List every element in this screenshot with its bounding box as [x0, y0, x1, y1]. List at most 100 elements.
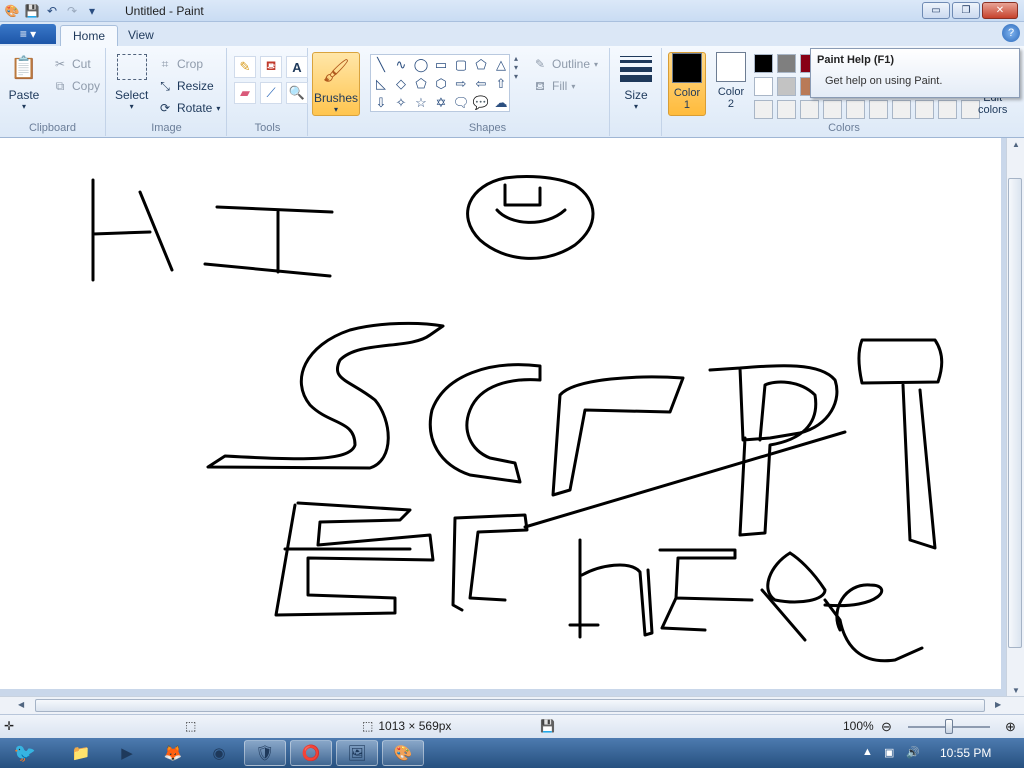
- up-arrow-shape-icon[interactable]: ⇧: [491, 74, 511, 93]
- network-icon[interactable]: ▣: [884, 746, 894, 759]
- resize-button[interactable]: ⤡ Resize: [157, 78, 214, 94]
- fill-button[interactable]: ⛾ Fill ▾: [532, 78, 575, 94]
- palette-swatch[interactable]: [754, 100, 773, 119]
- tab-view[interactable]: View: [116, 25, 166, 46]
- save-icon[interactable]: 💾: [24, 3, 40, 19]
- undo-icon[interactable]: ↶: [44, 3, 60, 19]
- paint-app-icon[interactable]: 🎨: [4, 3, 20, 19]
- explorer-taskbar-icon[interactable]: 📁: [60, 740, 102, 766]
- zoom-slider-thumb[interactable]: [945, 719, 953, 734]
- vertical-scrollbar[interactable]: ▲ ▼: [1006, 138, 1024, 698]
- line-shape-icon[interactable]: ╲: [371, 55, 391, 74]
- close-button[interactable]: ✕: [982, 2, 1018, 19]
- rounded-rectangle-shape-icon[interactable]: ▢: [451, 55, 471, 74]
- clipboard-group: 📋 Paste ▾ ✂ Cut ⧉ Copy Clipboard: [0, 48, 106, 136]
- clock[interactable]: 10:55 PM: [940, 746, 991, 760]
- paste-label: Paste: [8, 88, 40, 102]
- resize-label: Resize: [177, 79, 214, 93]
- hexagon-shape-icon[interactable]: ⬡: [431, 74, 451, 93]
- left-arrow-shape-icon[interactable]: ⇦: [471, 74, 491, 93]
- outline-label: Outline: [552, 57, 591, 71]
- fill-bucket-icon[interactable]: ⛾: [260, 56, 282, 78]
- media-player-taskbar-icon[interactable]: ▶: [106, 740, 148, 766]
- canvas-size-text: 1013 × 569px: [378, 719, 452, 733]
- six-point-star-shape-icon[interactable]: ✡: [431, 93, 451, 112]
- firefox-taskbar-icon[interactable]: 🦊: [152, 740, 194, 766]
- tab-home[interactable]: Home: [60, 25, 119, 46]
- palette-swatch[interactable]: [823, 100, 842, 119]
- color2-selector[interactable]: Color 2: [712, 52, 750, 116]
- file-size-icon: 💾: [540, 719, 555, 733]
- minimize-button[interactable]: ▭: [922, 2, 950, 19]
- palette-swatch[interactable]: [777, 77, 796, 96]
- restore-button[interactable]: ❐: [952, 2, 980, 19]
- palette-swatch[interactable]: [800, 100, 819, 119]
- five-point-star-shape-icon[interactable]: ☆: [411, 93, 431, 112]
- down-arrow-shape-icon[interactable]: ⇩: [371, 93, 391, 112]
- paint-taskbar-icon[interactable]: 🎨: [382, 740, 424, 766]
- rectangular-callout-shape-icon[interactable]: 🗨: [451, 93, 471, 112]
- zoom-in-button[interactable]: ⊕: [1005, 719, 1016, 735]
- oval-shape-icon[interactable]: ◯: [411, 55, 431, 74]
- horizontal-scroll-thumb[interactable]: [35, 699, 985, 712]
- scroll-left-icon[interactable]: ◀: [18, 700, 24, 709]
- palette-swatch[interactable]: [892, 100, 911, 119]
- customize-qat-icon[interactable]: ▾: [84, 3, 100, 19]
- palette-swatch[interactable]: [754, 77, 773, 96]
- scroll-up-icon[interactable]: ▲: [1012, 140, 1020, 149]
- right-arrow-shape-icon[interactable]: ⇨: [451, 74, 471, 93]
- pentagon-shape-icon[interactable]: ⬠: [411, 74, 431, 93]
- diamond-shape-icon[interactable]: ◇: [391, 74, 411, 93]
- palette-swatch[interactable]: [869, 100, 888, 119]
- palette-swatch[interactable]: [754, 54, 773, 73]
- pencil-icon[interactable]: ✎: [234, 56, 256, 78]
- size-button[interactable]: Size ▾: [620, 54, 652, 111]
- freehand-drawing: [91, 174, 944, 663]
- shapes-scroll[interactable]: ▴ ▾ ▾: [514, 54, 518, 81]
- color-picker-icon[interactable]: ⟋: [260, 82, 282, 104]
- brushes-button[interactable]: 🖌 Brushes ▾: [312, 52, 360, 116]
- redo-icon[interactable]: ↷: [64, 3, 80, 19]
- select-button[interactable]: Select ▾: [115, 54, 148, 111]
- palette-swatch[interactable]: [846, 100, 865, 119]
- vertical-scroll-thumb[interactable]: [1008, 178, 1022, 648]
- right-triangle-shape-icon[interactable]: ◺: [371, 74, 391, 93]
- crop-button[interactable]: ⌗ Crop: [157, 56, 203, 72]
- resize-icon: ⤡: [160, 79, 170, 93]
- drawing-canvas[interactable]: [0, 138, 1001, 689]
- color1-selector[interactable]: Color 1: [668, 52, 706, 116]
- oval-callout-shape-icon[interactable]: 💬: [471, 93, 491, 112]
- rotate-label: Rotate: [177, 101, 213, 115]
- magnifier-icon[interactable]: 🔍: [286, 82, 308, 104]
- text-tool-icon[interactable]: A: [286, 56, 308, 78]
- start-button-angry-bird-icon[interactable]: 🐦: [2, 740, 48, 766]
- cloud-callout-shape-icon[interactable]: ☁: [491, 93, 511, 112]
- triangle-shape-icon[interactable]: △: [491, 55, 511, 74]
- scroll-right-icon[interactable]: ▶: [995, 700, 1001, 709]
- outline-button[interactable]: ✎ Outline ▾: [532, 56, 598, 72]
- paste-button[interactable]: 📋 Paste ▾: [8, 52, 40, 111]
- volume-icon[interactable]: 🔊: [906, 746, 920, 759]
- scroll-down-icon[interactable]: ▼: [1012, 686, 1020, 695]
- copy-button[interactable]: ⧉ Copy: [52, 78, 100, 94]
- help-icon[interactable]: ?: [1002, 24, 1020, 42]
- program-taskbar-icon[interactable]: 🛡: [244, 740, 286, 766]
- eraser-icon[interactable]: ▰: [234, 82, 256, 104]
- opera-taskbar-icon[interactable]: ⭕: [290, 740, 332, 766]
- show-hidden-icons[interactable]: ▲: [862, 746, 873, 758]
- polygon-shape-icon[interactable]: ⬠: [471, 55, 491, 74]
- file-menu-button[interactable]: ≡ ▾: [0, 24, 56, 44]
- palette-swatch[interactable]: [915, 100, 934, 119]
- rotate-button[interactable]: ⟳ Rotate ▾: [157, 100, 220, 116]
- palette-swatch[interactable]: [777, 100, 796, 119]
- palette-swatch[interactable]: [777, 54, 796, 73]
- curve-shape-icon[interactable]: ∿: [391, 55, 411, 74]
- cut-button[interactable]: ✂ Cut: [52, 56, 91, 72]
- rectangle-shape-icon[interactable]: ▭: [431, 55, 451, 74]
- palette-swatch[interactable]: [938, 100, 957, 119]
- horizontal-scrollbar[interactable]: ◀ ▶: [0, 696, 1024, 714]
- four-point-star-shape-icon[interactable]: ✧: [391, 93, 411, 112]
- zoom-out-button[interactable]: ⊖: [881, 719, 892, 735]
- slides-taskbar-icon[interactable]: 🖼: [336, 740, 378, 766]
- chrome-taskbar-icon[interactable]: ◉: [198, 740, 240, 766]
